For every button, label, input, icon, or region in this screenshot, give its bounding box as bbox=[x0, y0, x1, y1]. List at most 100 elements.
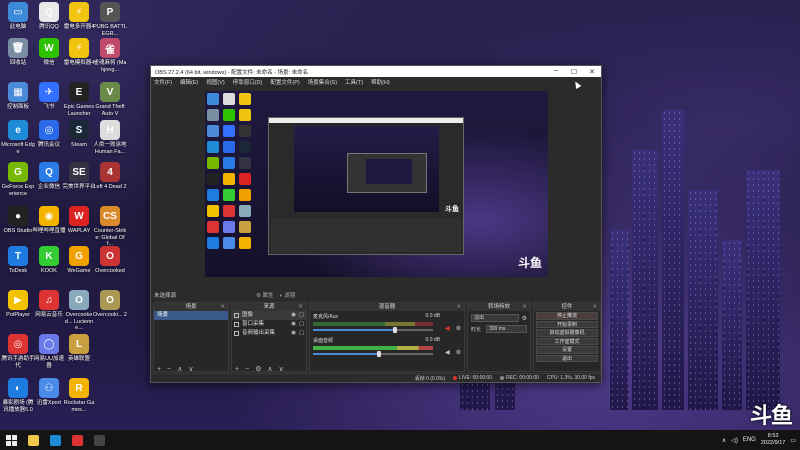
desktop-shortcut[interactable]: R Rockstar Games... bbox=[62, 378, 96, 413]
desktop-shortcut[interactable]: Q 企业微信 bbox=[32, 162, 66, 191]
menu-item[interactable]: 场景集合(S) bbox=[308, 78, 337, 86]
desktop-shortcut[interactable]: O Overcooked... Lucienne... bbox=[62, 290, 96, 332]
lock-icon[interactable]: ▢ bbox=[299, 320, 304, 329]
desktop-shortcut[interactable]: ✈ 飞书 bbox=[32, 82, 66, 111]
move-up-icon[interactable]: ∧ bbox=[267, 365, 272, 373]
notification-icon[interactable]: ▭ bbox=[790, 437, 796, 444]
dock-close-icon[interactable]: ✕ bbox=[522, 303, 527, 311]
maximize-icon[interactable]: ☐ bbox=[565, 68, 583, 76]
desktop-shortcut[interactable]: O Overcooki... 2 bbox=[93, 290, 127, 319]
volume-slider[interactable] bbox=[313, 351, 433, 357]
volume-slider[interactable] bbox=[313, 327, 433, 333]
desktop-shortcut[interactable]: L 英雄联盟 bbox=[62, 334, 96, 363]
chevron-up-icon[interactable]: ∧ bbox=[722, 437, 726, 444]
desktop-shortcut[interactable]: ♫ 网易云音乐 bbox=[32, 290, 66, 319]
desktop-shortcut[interactable]: O Overcooked bbox=[93, 246, 127, 275]
desktop-shortcut[interactable]: SE 完美世界平台 bbox=[62, 162, 96, 191]
desktop-shortcut[interactable]: ◎ 腾讯手游助手 代 bbox=[1, 334, 35, 369]
clock[interactable]: 8:53 2022/9/17 bbox=[761, 433, 785, 447]
taskbar-app[interactable] bbox=[22, 430, 44, 450]
desktop-shortcut[interactable]: e Microsoft Edge bbox=[1, 120, 35, 155]
speaker-icon[interactable]: ◀ bbox=[445, 349, 452, 356]
desktop-shortcut[interactable]: CS Counter-Strike: Global Off... bbox=[93, 206, 127, 248]
lock-icon[interactable]: ▢ bbox=[299, 329, 304, 338]
minimize-icon[interactable]: ─ bbox=[547, 68, 565, 76]
menu-item[interactable]: 编辑(E) bbox=[180, 78, 198, 86]
source-item[interactable]: 窗口采集 ◉ ▢ bbox=[232, 320, 306, 329]
desktop-shortcut[interactable]: 🗑 回收站 bbox=[1, 38, 35, 67]
taskbar-app[interactable] bbox=[66, 430, 88, 450]
menu-item[interactable]: 视图(V) bbox=[206, 78, 224, 86]
move-up-icon[interactable]: ∧ bbox=[177, 365, 182, 373]
desktop-shortcut[interactable]: ◐ 暴影剧场 (腾讯播放器5.0 bbox=[1, 378, 35, 413]
add-icon[interactable]: + bbox=[235, 366, 239, 373]
desktop-shortcut[interactable]: G WeGame bbox=[62, 246, 96, 275]
move-down-icon[interactable]: ∨ bbox=[279, 365, 284, 373]
speaker-icon[interactable]: ◁) bbox=[731, 437, 738, 444]
source-item[interactable]: 图像 ◉ ▢ bbox=[232, 311, 306, 320]
add-icon[interactable]: + bbox=[157, 366, 161, 373]
dock-close-icon[interactable]: ✕ bbox=[220, 303, 225, 311]
dock-close-icon[interactable]: ✕ bbox=[456, 303, 461, 311]
dock-close-icon[interactable]: ✕ bbox=[298, 303, 303, 311]
start-button[interactable] bbox=[0, 430, 22, 450]
desktop-shortcut[interactable]: ▦ 控制面板 bbox=[1, 82, 35, 111]
start-recording-button[interactable]: 开始录制 bbox=[536, 320, 598, 328]
studio-mode-button[interactable]: 工作室模式 bbox=[536, 337, 598, 345]
desktop-shortcut[interactable]: ◯ 网易UU加速器 bbox=[32, 334, 66, 369]
language-indicator[interactable]: ENG bbox=[743, 437, 756, 443]
start-virtual-camera-button[interactable]: 启动虚拟摄像机 bbox=[536, 329, 598, 337]
source-item[interactable]: 音频输出采集 ◉ ▢ bbox=[232, 329, 306, 338]
taskbar-app[interactable] bbox=[44, 430, 66, 450]
gear-icon[interactable]: ⚙ bbox=[456, 325, 461, 332]
desktop-shortcut[interactable]: S Steam bbox=[62, 120, 96, 149]
menu-item[interactable]: 配置文件(P) bbox=[270, 78, 299, 86]
desktop-shortcut[interactable]: T ToDesk bbox=[1, 246, 35, 275]
desktop-shortcut[interactable]: ◎ 腾讯会议 bbox=[32, 120, 66, 149]
desktop-shortcut[interactable]: ▶ PotPlayer bbox=[1, 290, 35, 319]
dock-close-icon[interactable]: ✕ bbox=[592, 303, 597, 311]
desktop-shortcut[interactable]: ● OBS Studio bbox=[1, 206, 35, 235]
remove-icon[interactable]: − bbox=[167, 366, 171, 373]
visibility-icon[interactable]: ◉ bbox=[291, 320, 296, 329]
desktop-shortcut[interactable]: ◉ 哔哩哔哩直播 bbox=[32, 206, 66, 235]
obs-titlebar[interactable]: OBS 27.2.4 (64 bit, windows) - 配置文件: 未命名… bbox=[151, 66, 601, 77]
filters-button[interactable]: ◐ 滤镜 bbox=[279, 291, 295, 299]
desktop-shortcut[interactable]: V Grand Theft Auto V bbox=[93, 82, 127, 117]
obs-window[interactable]: OBS 27.2.4 (64 bit, windows) - 配置文件: 未命名… bbox=[150, 65, 602, 383]
menu-item[interactable]: 帮助(H) bbox=[371, 78, 390, 86]
desktop-shortcut[interactable]: E Epic Games Launcher bbox=[62, 82, 96, 117]
desktop-shortcut[interactable]: G GeForce Experience bbox=[1, 162, 35, 197]
remove-icon[interactable]: − bbox=[245, 366, 249, 373]
settings-button[interactable]: 设置 bbox=[536, 346, 598, 354]
desktop-shortcut[interactable]: Q 腾讯QQ bbox=[32, 2, 66, 31]
desktop-shortcut[interactable]: ⚇ 迅雷Xport bbox=[32, 378, 66, 407]
menu-item[interactable]: 文件(F) bbox=[154, 78, 172, 86]
properties-button[interactable]: ⚙ 属性 bbox=[256, 291, 273, 299]
obs-preview[interactable]: 斗鱼 斗鱼 bbox=[205, 91, 548, 277]
scene-item[interactable]: 场景 bbox=[154, 311, 228, 320]
close-icon[interactable]: ✕ bbox=[583, 68, 601, 76]
move-down-icon[interactable]: ∨ bbox=[188, 365, 193, 373]
lock-icon[interactable]: ▢ bbox=[299, 311, 304, 320]
desktop-shortcut[interactable]: W 微信 bbox=[32, 38, 66, 67]
desktop-shortcut[interactable]: 4 Left 4 Dead 2 bbox=[93, 162, 127, 191]
desktop-shortcut[interactable]: K KOOK bbox=[32, 246, 66, 275]
desktop-shortcut[interactable]: ⚡ 雷电多开器4 bbox=[62, 2, 96, 31]
desktop-shortcut[interactable]: ▭ 此电脑 bbox=[1, 2, 35, 31]
stop-streaming-button[interactable]: 停止推流 bbox=[536, 312, 598, 320]
exit-button[interactable]: 退出 bbox=[536, 354, 598, 362]
desktop-shortcut[interactable]: P PUBG BATTLEGR... bbox=[93, 2, 127, 37]
gear-icon[interactable]: ⚙ bbox=[255, 365, 261, 373]
desktop-shortcut[interactable]: 雀雀魂麻将 (Mahjong... bbox=[93, 38, 127, 73]
taskbar-app[interactable] bbox=[88, 430, 110, 450]
menu-item[interactable]: 停靠窗口(D) bbox=[233, 78, 263, 86]
desktop-shortcut[interactable]: H 人类一败涂地 Human Fa... bbox=[93, 120, 127, 155]
desktop-shortcut[interactable]: ⚡ 雷电模拟器4 bbox=[62, 38, 96, 67]
duration-input[interactable]: 300 ms bbox=[486, 325, 527, 333]
gear-icon[interactable]: ⚙ bbox=[522, 315, 527, 322]
muted-speaker-icon[interactable]: ◀ bbox=[445, 325, 452, 332]
transition-select[interactable]: 淡出 bbox=[471, 314, 519, 322]
desktop-shortcut[interactable]: W WAPLAY bbox=[62, 206, 96, 235]
gear-icon[interactable]: ⚙ bbox=[456, 349, 461, 356]
